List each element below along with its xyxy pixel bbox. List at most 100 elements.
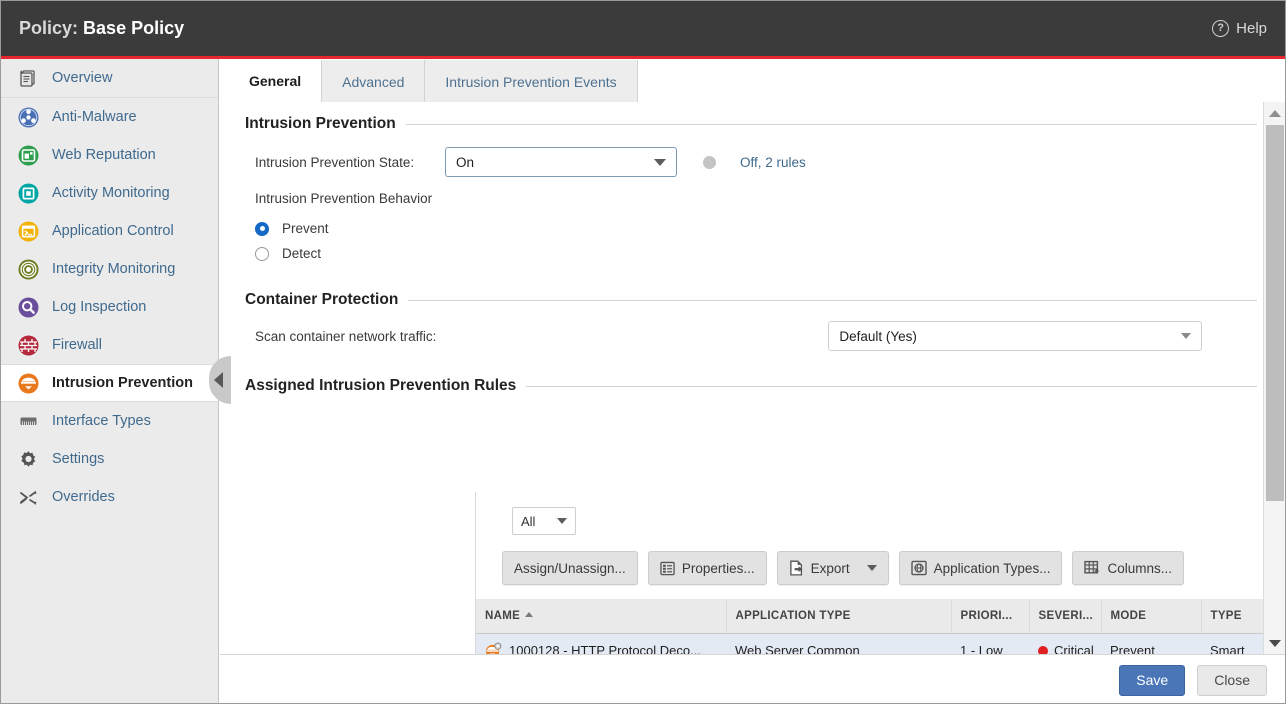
severity-label: Critical (1054, 643, 1094, 654)
sidebar-item-label: Overrides (52, 489, 115, 505)
tab-intrusion-prevention-events[interactable]: Intrusion Prevention Events (425, 60, 637, 103)
help-button[interactable]: ? Help (1212, 20, 1267, 37)
application-types-icon (911, 560, 927, 576)
gear-icon (15, 446, 41, 472)
columns-label: Columns... (1107, 561, 1172, 576)
assign-unassign-button[interactable]: Assign/Unassign... (502, 551, 638, 585)
sidebar-item-overrides[interactable]: Overrides (1, 478, 218, 516)
application-control-icon (15, 218, 41, 244)
assign-unassign-label: Assign/Unassign... (514, 561, 626, 576)
scroll-up-icon (1269, 110, 1281, 117)
section-rule (408, 300, 1257, 301)
severity-dot-icon (1038, 646, 1048, 654)
save-label: Save (1136, 672, 1168, 688)
rules-toolbar: Assign/Unassign... (476, 535, 1286, 599)
cell-severity: Critical (1029, 633, 1101, 654)
question-circle-icon: ? (1212, 20, 1229, 37)
section-title: Container Protection (245, 291, 398, 309)
export-label: Export (811, 561, 850, 576)
content-scrollbar[interactable] (1263, 102, 1285, 654)
sidebar-item-label: Log Inspection (52, 299, 146, 315)
sidebar-item-activity-monitoring[interactable]: Activity Monitoring (1, 174, 218, 212)
close-label: Close (1214, 672, 1250, 688)
columns-icon (1084, 560, 1100, 576)
status-badge: Off, 2 rules (740, 155, 806, 170)
properties-button[interactable]: Properties... (648, 551, 767, 585)
sidebar-item-log-inspection[interactable]: Log Inspection (1, 288, 218, 326)
overview-icon (15, 65, 41, 91)
help-label: Help (1236, 20, 1267, 37)
behavior-label-row: Intrusion Prevention Behavior (255, 191, 1259, 206)
integrity-monitoring-icon (15, 256, 41, 282)
rules-filter-select[interactable]: All (512, 507, 576, 535)
radio-detect-input[interactable] (255, 247, 269, 261)
chevron-down-icon (867, 565, 877, 571)
intrusion-prevention-state-label: Intrusion Prevention State: (255, 155, 445, 170)
intrusion-prevention-behavior-label: Intrusion Prevention Behavior (255, 191, 432, 206)
sidebar-item-label: Settings (52, 451, 104, 467)
export-button[interactable]: Export (777, 551, 889, 585)
chevron-left-icon (214, 372, 223, 388)
table-row[interactable]: 1000128 - HTTP Protocol Deco... Web Serv… (476, 633, 1286, 654)
section-title: Assigned Intrusion Prevention Rules (245, 377, 516, 395)
radio-detect-label: Detect (282, 246, 321, 261)
application-types-label: Application Types... (934, 561, 1051, 576)
sidebar-item-label: Interface Types (52, 413, 151, 429)
close-button[interactable]: Close (1197, 665, 1267, 696)
cell-name: 1000128 - HTTP Protocol Deco... (476, 633, 726, 654)
web-reputation-icon (15, 142, 41, 168)
tab-general[interactable]: General (229, 60, 322, 103)
radio-prevent-label: Prevent (282, 221, 329, 236)
radio-option-detect[interactable]: Detect (255, 241, 1259, 266)
section-header-intrusion-prevention: Intrusion Prevention (245, 115, 1257, 133)
radio-option-prevent[interactable]: Prevent (255, 216, 1259, 241)
sidebar-item-integrity-monitoring[interactable]: Integrity Monitoring (1, 250, 218, 288)
chevron-down-icon (654, 159, 666, 166)
sidebar-item-intrusion-prevention[interactable]: Intrusion Prevention (1, 364, 218, 402)
tab-advanced[interactable]: Advanced (322, 60, 425, 103)
column-header-severity[interactable]: SEVERI... (1029, 599, 1101, 633)
save-button[interactable]: Save (1119, 665, 1185, 696)
sidebar: Overview Anti-Malware (1, 59, 219, 704)
application-types-button[interactable]: Application Types... (899, 551, 1063, 585)
footer-bar: Save Close (220, 654, 1286, 704)
rules-filter-value: All (521, 514, 557, 529)
intrusion-prevention-state-select[interactable]: On (445, 147, 677, 177)
properties-icon (660, 561, 675, 576)
column-header-priority[interactable]: PRIORI... (951, 599, 1029, 633)
columns-button[interactable]: Columns... (1072, 551, 1184, 585)
sidebar-item-anti-malware[interactable]: Anti-Malware (1, 98, 218, 136)
sidebar-item-firewall[interactable]: Firewall (1, 326, 218, 364)
tab-bar: General Advanced Intrusion Prevention Ev… (229, 59, 1286, 103)
radio-prevent-input[interactable] (255, 222, 269, 236)
properties-label: Properties... (682, 561, 755, 576)
status-indicator-dot (703, 156, 716, 169)
overrides-icon (15, 484, 41, 510)
sidebar-item-label: Firewall (52, 337, 102, 353)
cell-application-type: Web Server Common (726, 633, 951, 654)
firewall-icon (15, 332, 41, 358)
rule-icon (485, 642, 502, 654)
page-title-prefix: Policy: (19, 18, 78, 38)
chevron-down-icon (557, 518, 567, 524)
sidebar-item-application-control[interactable]: Application Control (1, 212, 218, 250)
sidebar-item-overview[interactable]: Overview (1, 59, 218, 97)
column-header-mode[interactable]: MODE (1101, 599, 1201, 633)
scroll-down-button[interactable] (1264, 632, 1286, 654)
section-rule (406, 124, 1257, 125)
rule-name: 1000128 - HTTP Protocol Deco... (509, 643, 701, 654)
scan-container-traffic-select[interactable]: Default (Yes) (828, 321, 1202, 351)
scroll-down-icon (1269, 640, 1281, 647)
anti-malware-icon (15, 104, 41, 130)
tab-label: Advanced (342, 74, 404, 90)
section-title: Intrusion Prevention (245, 115, 396, 133)
column-header-name[interactable]: NAME (476, 599, 726, 633)
column-header-label: NAME (485, 610, 520, 622)
sidebar-item-settings[interactable]: Settings (1, 440, 218, 478)
column-header-application-type[interactable]: APPLICATION TYPE (726, 599, 951, 633)
sidebar-item-web-reputation[interactable]: Web Reputation (1, 136, 218, 174)
sidebar-item-interface-types[interactable]: Interface Types (1, 402, 218, 440)
scan-container-traffic-value: Default (Yes) (839, 329, 1181, 344)
scrollbar-thumb[interactable] (1266, 125, 1284, 501)
scroll-up-button[interactable] (1264, 102, 1286, 124)
